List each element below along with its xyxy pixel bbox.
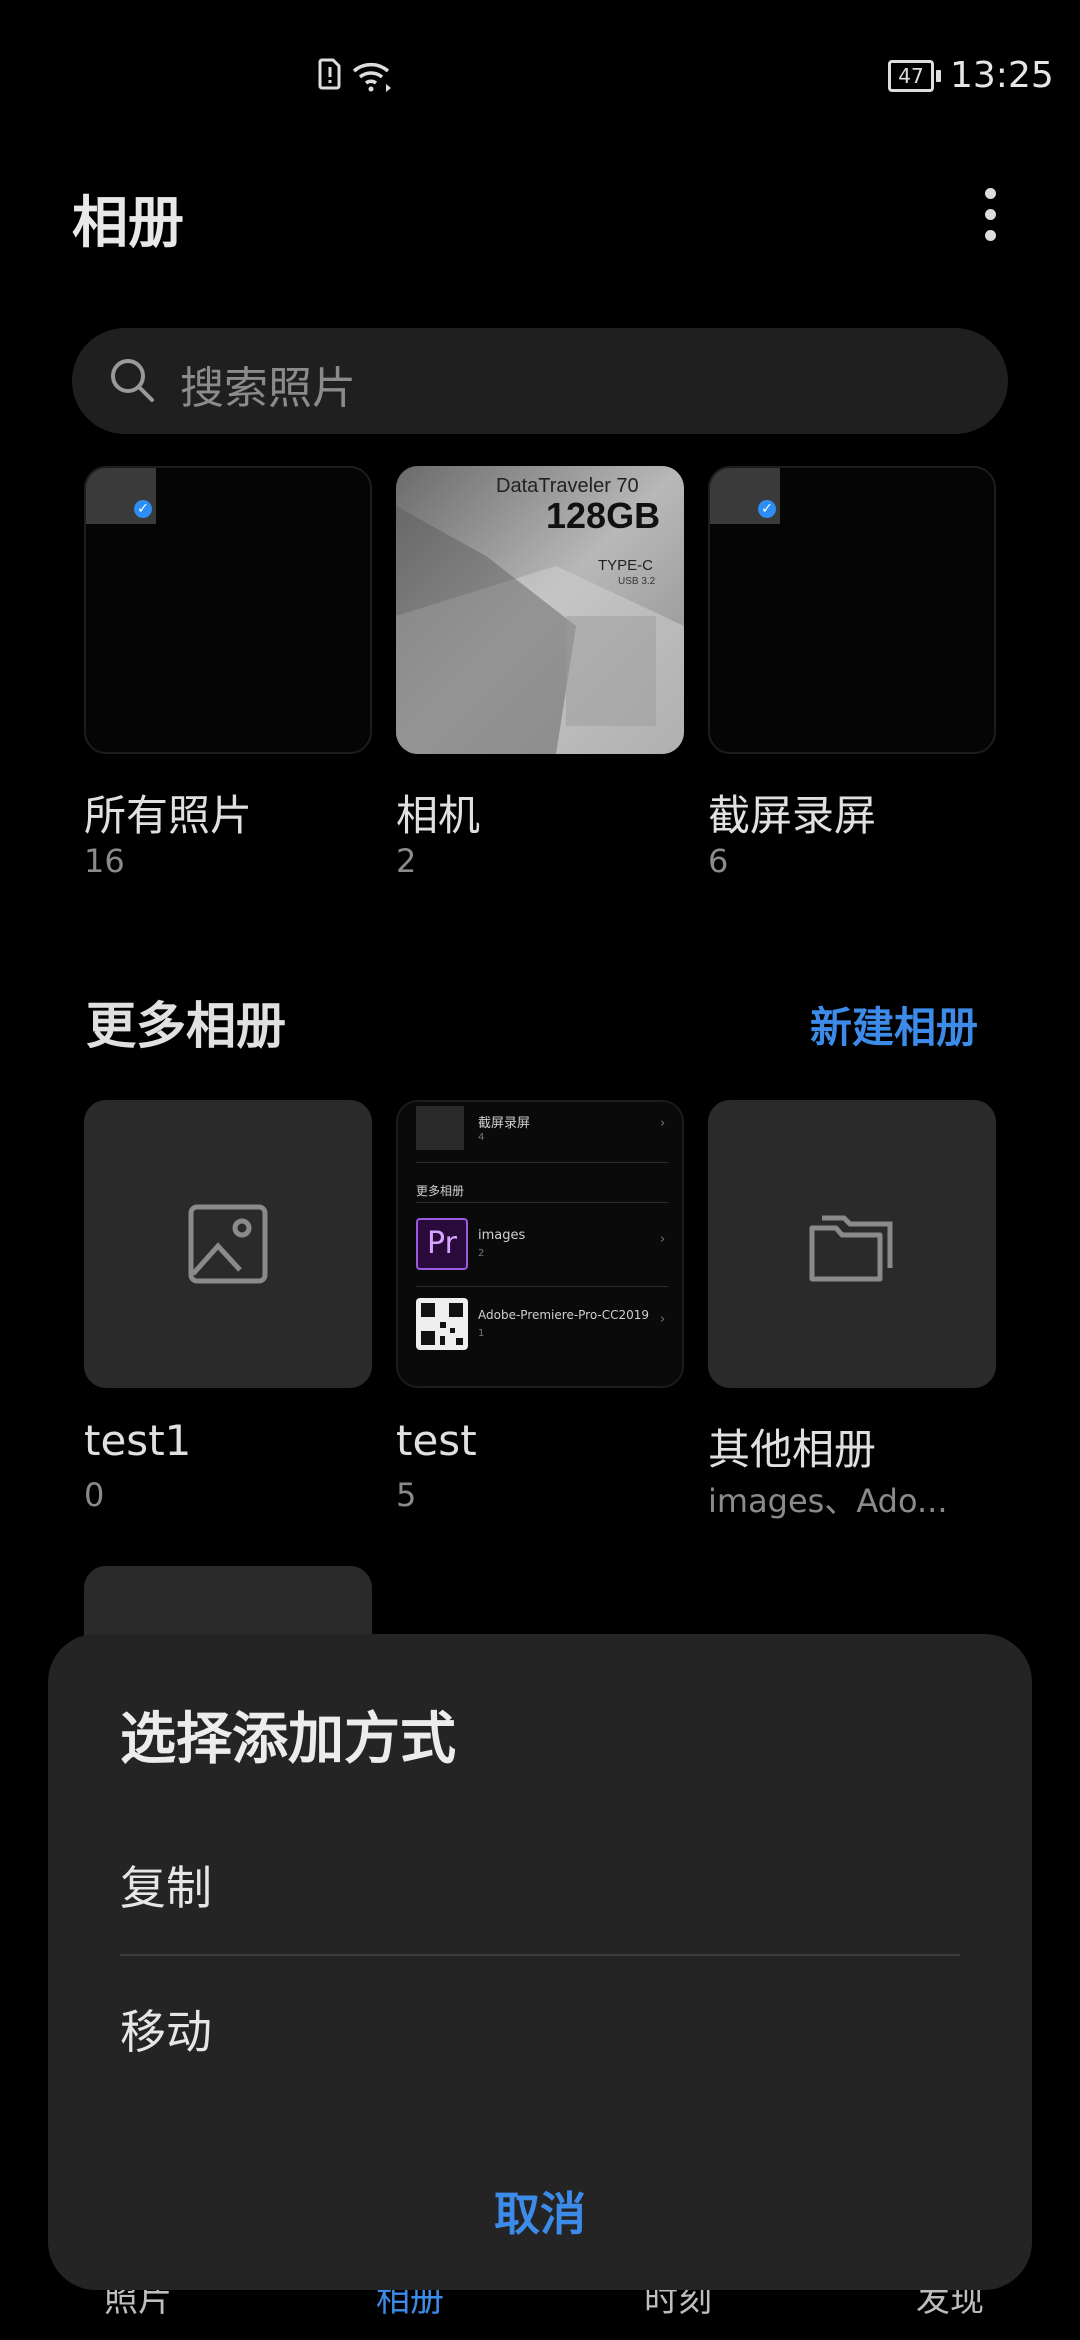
more-options-icon[interactable] [970, 185, 1010, 245]
section-title-more-albums: 更多相册 [86, 997, 286, 1055]
thumbnail: ✓ [710, 468, 780, 524]
option-move[interactable]: 移动 [120, 1996, 212, 2062]
new-album-button[interactable]: 新建相册 [810, 994, 978, 1055]
album-camera-thumb[interactable]: DataTraveler 70 128GB TYPE-C USB 3.2 [396, 466, 684, 754]
search-icon [111, 359, 154, 402]
album-preview: 截屏录屏 4 › 更多相册 Pr images 2 › Adobe-Premie… [398, 1102, 682, 1386]
album-name: test [396, 1416, 477, 1465]
svg-text:128GB: 128GB [546, 495, 660, 536]
album-name: 其他相册 [708, 1425, 877, 1474]
camera-photo-thumbnail: DataTraveler 70 128GB TYPE-C USB 3.2 [396, 466, 684, 754]
album-count: 16 [84, 842, 125, 880]
album-name: 截屏录屏 [708, 791, 877, 840]
battery-indicator: 47 [888, 60, 941, 92]
album-name: 所有照片 [84, 791, 253, 840]
album-test-thumb[interactable]: 截屏录屏 4 › 更多相册 Pr images 2 › Adobe-Premie… [396, 1100, 684, 1388]
divider [120, 1954, 960, 1956]
status-time: 13:25 [950, 55, 1054, 96]
wifi-icon [352, 63, 391, 92]
album-count: 6 [708, 842, 729, 880]
dialog-title: 选择添加方式 [120, 1707, 456, 1772]
search-input[interactable]: 搜索照片 [180, 352, 356, 416]
status-bar: 47 13:25 [0, 0, 1080, 160]
album-count: images、Ado... [708, 1482, 948, 1520]
album-count: 0 [84, 1476, 105, 1514]
page-title: 相册 [72, 191, 184, 256]
cancel-button[interactable]: 取消 [0, 2178, 1080, 2244]
sim-alert-icon [318, 58, 341, 90]
thumbnail: ✓ [86, 468, 156, 524]
album-count: 2 [396, 842, 417, 880]
svg-text:DataTraveler 70: DataTraveler 70 [496, 475, 639, 497]
album-name: 相机 [396, 791, 481, 840]
option-copy[interactable]: 复制 [120, 1852, 212, 1918]
album-all-photos-thumb[interactable]: ✓ [84, 466, 372, 754]
album-test1-thumb[interactable] [84, 1100, 372, 1388]
svg-text:TYPE-C: TYPE-C [598, 557, 653, 574]
album-screenshots-thumb[interactable]: ✓ [708, 466, 996, 754]
svg-text:USB 3.2: USB 3.2 [618, 576, 656, 587]
album-other-thumb[interactable] [708, 1100, 996, 1388]
folder-icon [809, 1215, 893, 1282]
image-placeholder-icon [188, 1204, 268, 1284]
album-name: test1 [84, 1416, 192, 1465]
album-count: 5 [396, 1476, 417, 1514]
